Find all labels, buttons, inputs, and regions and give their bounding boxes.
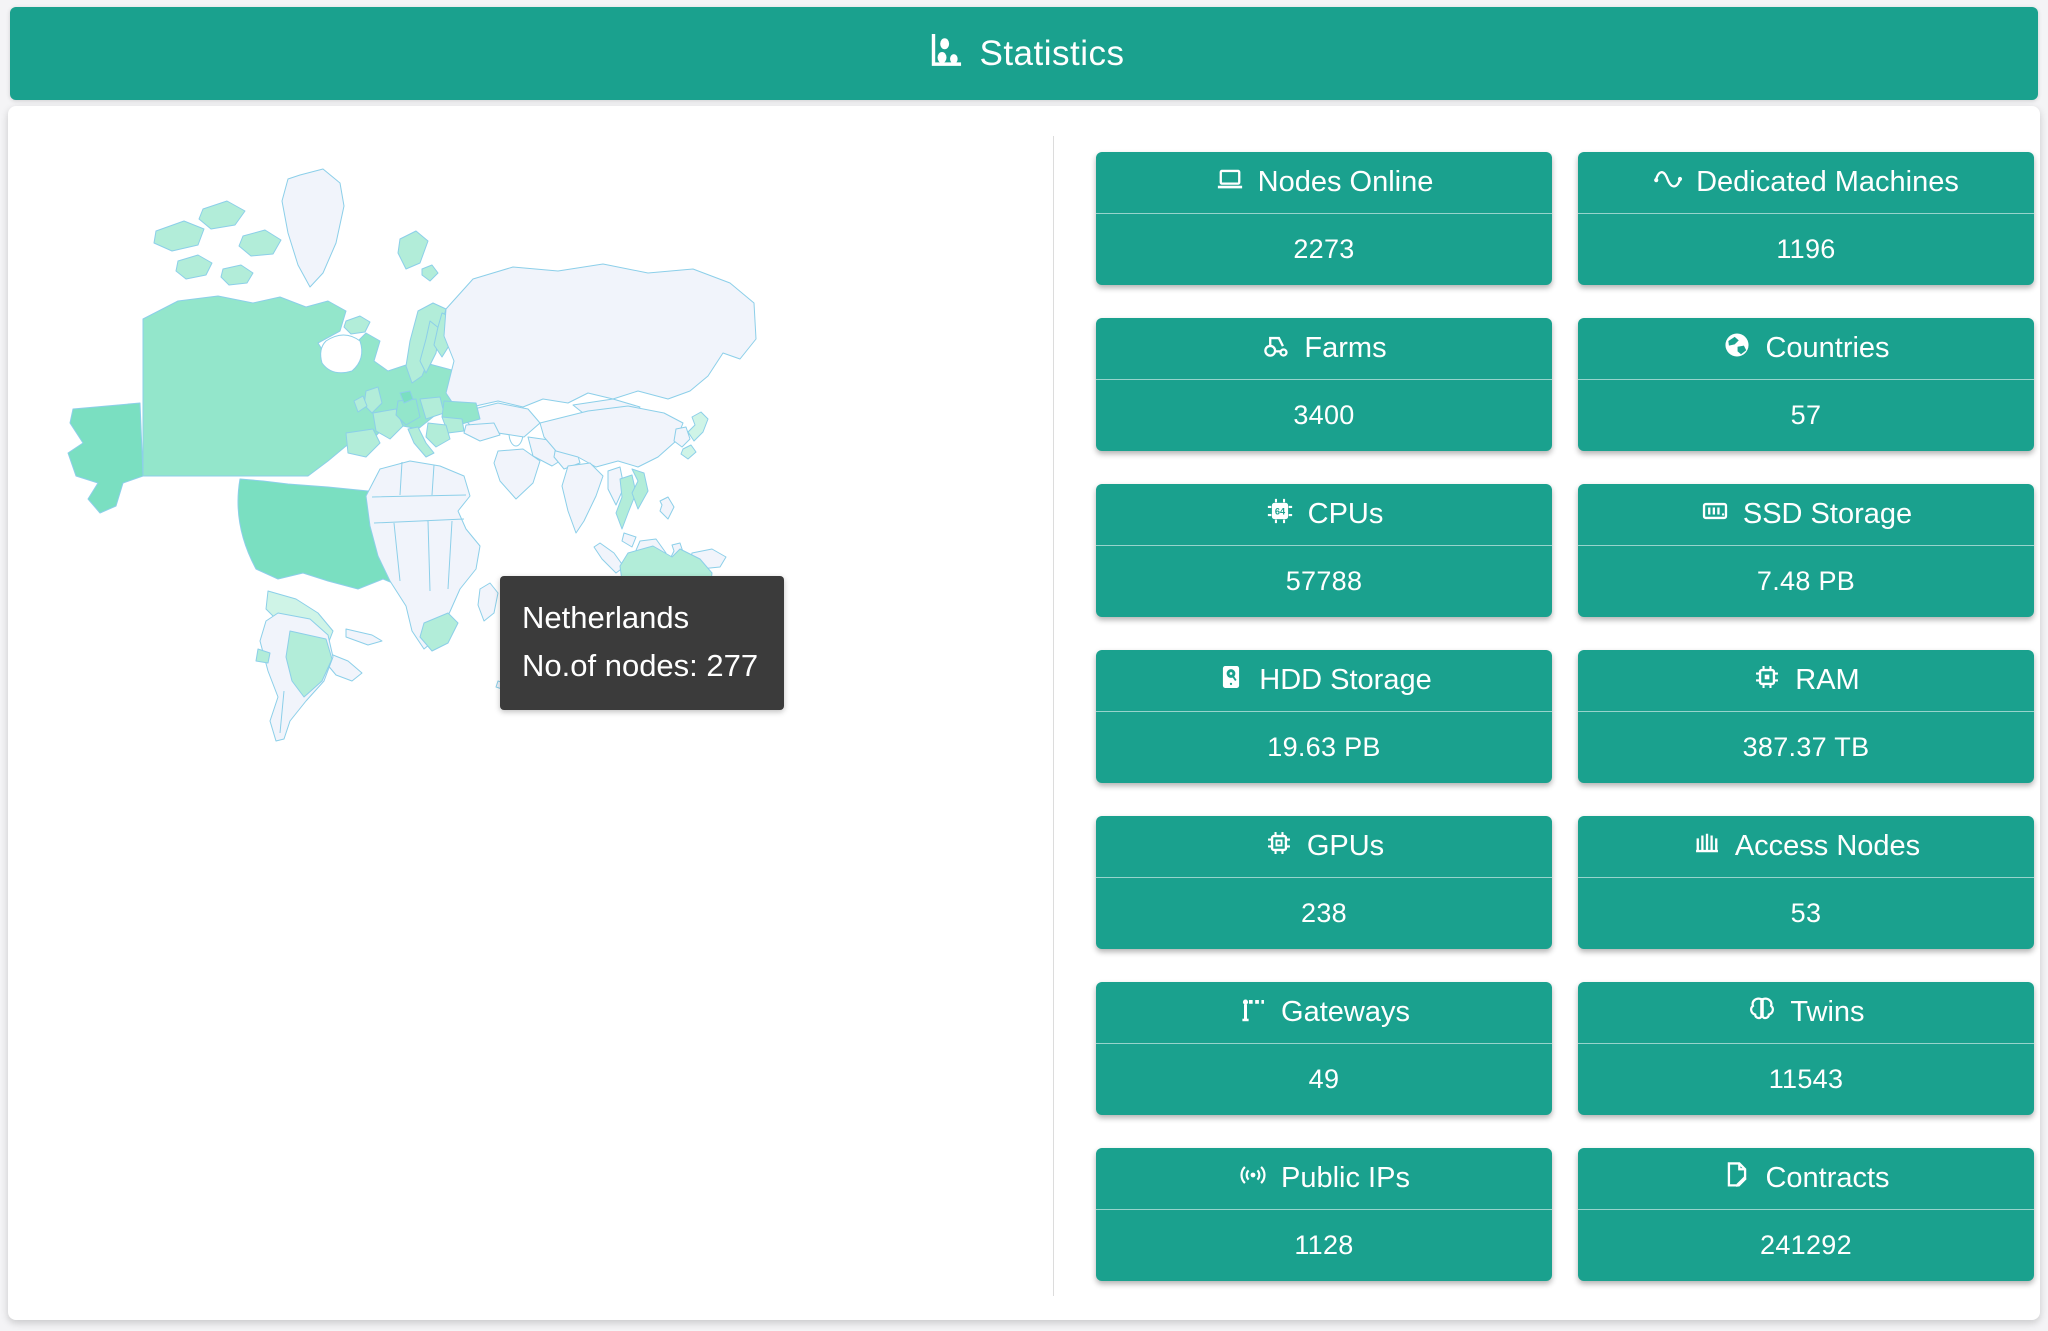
stat-label: Farms: [1304, 332, 1386, 365]
stat-label: Dedicated Machines: [1696, 166, 1959, 199]
stats-grid: Nodes Online 2273 Dedicated Machines 119…: [1096, 152, 2034, 1281]
stat-card-contracts: Contracts 241292: [1578, 1148, 2034, 1281]
tooltip-country: Netherlands: [522, 594, 758, 642]
nas-icon: [1700, 496, 1730, 534]
stat-label: HDD Storage: [1259, 664, 1431, 697]
stat-value: 19.63 PB: [1096, 712, 1552, 783]
statistics-header: Statistics: [10, 7, 2038, 100]
statistics-panel: Netherlands No.of nodes: 277 Nodes Onlin…: [8, 106, 2040, 1320]
stat-value: 238: [1096, 878, 1552, 949]
stat-card-countries: Countries 57: [1578, 318, 2034, 451]
stat-value: 3400: [1096, 380, 1552, 451]
svg-text:64: 64: [1274, 506, 1285, 516]
stat-label: Nodes Online: [1258, 166, 1434, 199]
tooltip-node-count: No.of nodes: 277: [522, 642, 758, 690]
stat-card-gateways: Gateways 49: [1096, 982, 1552, 1115]
laptop-icon: [1215, 164, 1245, 202]
stat-card-dedicated-machines: Dedicated Machines 1196: [1578, 152, 2034, 285]
stat-value: 387.37 TB: [1578, 712, 2034, 783]
stat-card-ssd-storage: SSD Storage 7.48 PB: [1578, 484, 2034, 617]
stat-card-public-ips: Public IPs 1128: [1096, 1148, 1552, 1281]
stat-value: 11543: [1578, 1044, 2034, 1115]
stat-label: CPUs: [1308, 498, 1384, 531]
memory-chip-icon: [1752, 662, 1782, 700]
stat-label: RAM: [1795, 664, 1859, 697]
panel-divider: [1053, 136, 1054, 1296]
gate-fence-icon: [1692, 828, 1722, 866]
file-document-edit-icon: [1722, 1160, 1752, 1198]
stat-label: Gateways: [1281, 996, 1410, 1029]
stat-label: Twins: [1790, 996, 1864, 1029]
stat-card-twins: Twins 11543: [1578, 982, 2034, 1115]
tractor-icon: [1261, 330, 1291, 368]
stat-card-hdd-storage: HDD Storage 19.63 PB: [1096, 650, 1552, 783]
stat-card-ram: RAM 387.37 TB: [1578, 650, 2034, 783]
stat-value: 241292: [1578, 1210, 2034, 1281]
stat-label: SSD Storage: [1743, 498, 1912, 531]
sine-wave-icon: [1653, 164, 1683, 202]
stat-value: 1196: [1578, 214, 2034, 285]
harddisk-icon: [1216, 662, 1246, 700]
stat-label: Access Nodes: [1735, 830, 1920, 863]
stat-label: Countries: [1765, 332, 1889, 365]
stat-value: 7.48 PB: [1578, 546, 2034, 617]
stat-value: 2273: [1096, 214, 1552, 285]
stat-card-farms: Farms 3400: [1096, 318, 1552, 451]
stat-value: 1128: [1096, 1210, 1552, 1281]
access-point-icon: [1238, 1160, 1268, 1198]
stat-value: 57: [1578, 380, 2034, 451]
stat-label: Contracts: [1765, 1162, 1889, 1195]
stat-label: Public IPs: [1281, 1162, 1410, 1195]
gpu-chip-icon: [1264, 828, 1294, 866]
page-title: Statistics: [979, 34, 1124, 74]
stat-label: GPUs: [1307, 830, 1384, 863]
stat-card-cpus: 64 CPUs 57788: [1096, 484, 1552, 617]
brain-icon: [1747, 994, 1777, 1032]
node-distribution-map-panel: Netherlands No.of nodes: 277: [8, 106, 1053, 1320]
stat-value: 49: [1096, 1044, 1552, 1115]
stat-card-gpus: GPUs 238: [1096, 816, 1552, 949]
earth-icon: [1722, 330, 1752, 368]
stat-card-access-nodes: Access Nodes 53: [1578, 816, 2034, 949]
map-tooltip: Netherlands No.of nodes: 277: [500, 576, 784, 710]
stat-value: 53: [1578, 878, 2034, 949]
scatter-chart-icon: [923, 30, 965, 77]
cpu-64-icon: 64: [1265, 496, 1295, 534]
stat-value: 57788: [1096, 546, 1552, 617]
boom-gate-icon: [1238, 994, 1268, 1032]
stat-card-nodes-online: Nodes Online 2273: [1096, 152, 1552, 285]
